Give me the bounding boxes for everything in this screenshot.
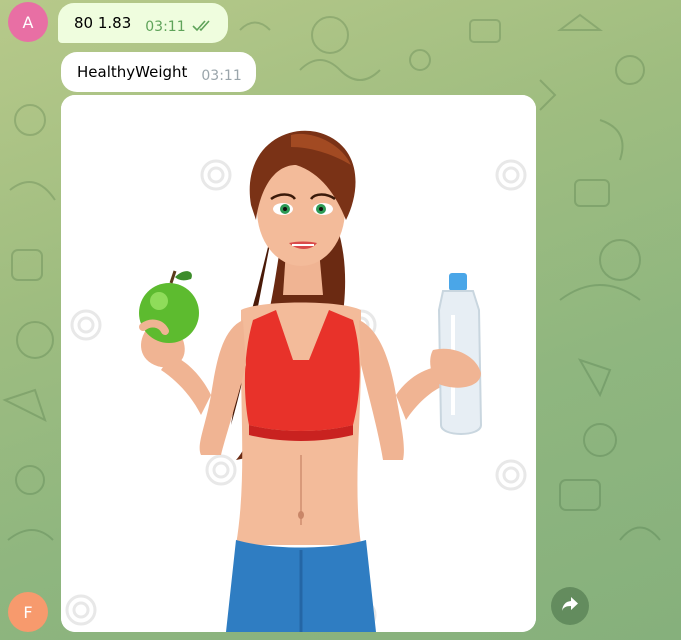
user-avatar-letter: A (22, 12, 34, 32)
bot-avatar[interactable]: F (8, 592, 48, 632)
forward-button[interactable] (551, 587, 589, 625)
incoming-message-text: HealthyWeight (77, 63, 188, 81)
bot-avatar-letter: F (23, 602, 33, 622)
photo-message[interactable] (61, 95, 536, 632)
incoming-message-time: 03:11 (201, 68, 242, 84)
outgoing-message-text: 80 1.83 (74, 14, 132, 32)
incoming-message-bubble[interactable]: HealthyWeight 03:11 (61, 52, 256, 92)
user-avatar[interactable]: A (8, 2, 48, 42)
outgoing-message-bubble[interactable]: 80 1.83 03:11 (58, 3, 228, 43)
outgoing-message-time: 03:11 (145, 19, 186, 35)
double-check-icon (192, 18, 214, 36)
forward-arrow-icon (561, 596, 579, 616)
fitness-woman-illustration (61, 95, 536, 632)
chat-area: A 80 1.83 03:11 HealthyWeight 03:11 F (0, 0, 681, 640)
